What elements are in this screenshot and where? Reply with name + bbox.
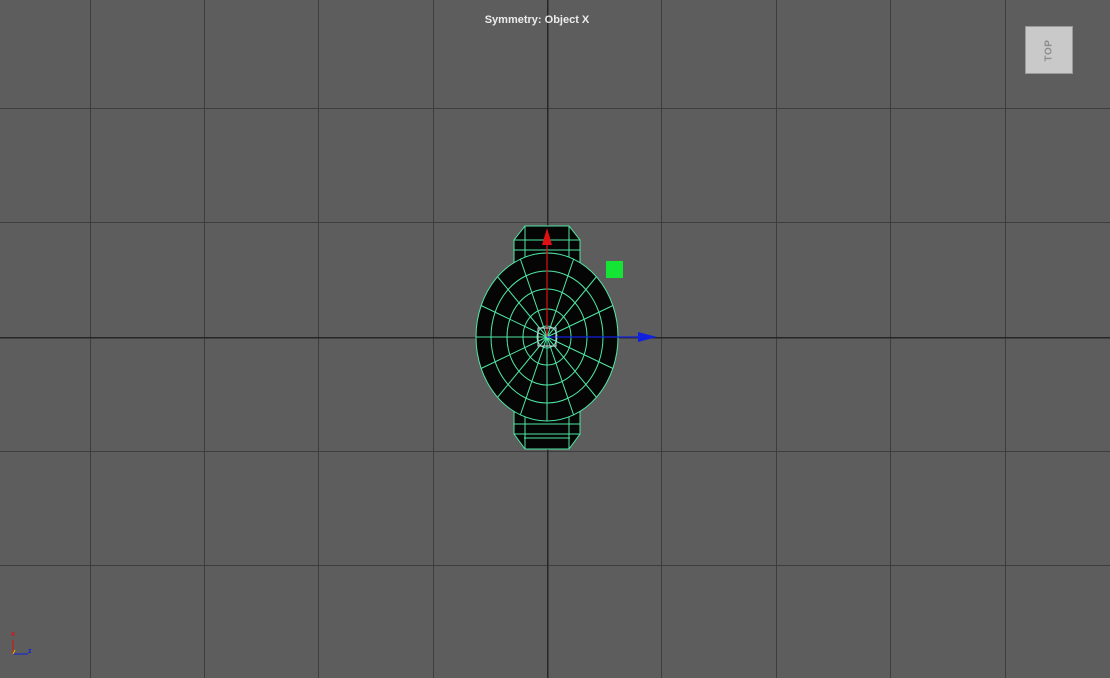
move-manipulator[interactable] — [0, 0, 1110, 678]
red-arrow-up-icon[interactable] — [542, 228, 552, 337]
top-viewport[interactable]: Symmetry: Object X TOP x z — [0, 0, 1110, 678]
axis-x-label: x — [11, 631, 15, 638]
symmetry-label: Symmetry: Object X — [484, 14, 590, 26]
axis-z-label: z — [28, 648, 32, 655]
axis-indicator: x z — [6, 628, 38, 660]
blue-arrow-right-icon[interactable] — [547, 332, 657, 342]
green-square-icon[interactable] — [606, 261, 623, 278]
view-cube[interactable]: TOP — [1025, 26, 1073, 74]
view-cube-label: TOP — [1043, 39, 1055, 61]
